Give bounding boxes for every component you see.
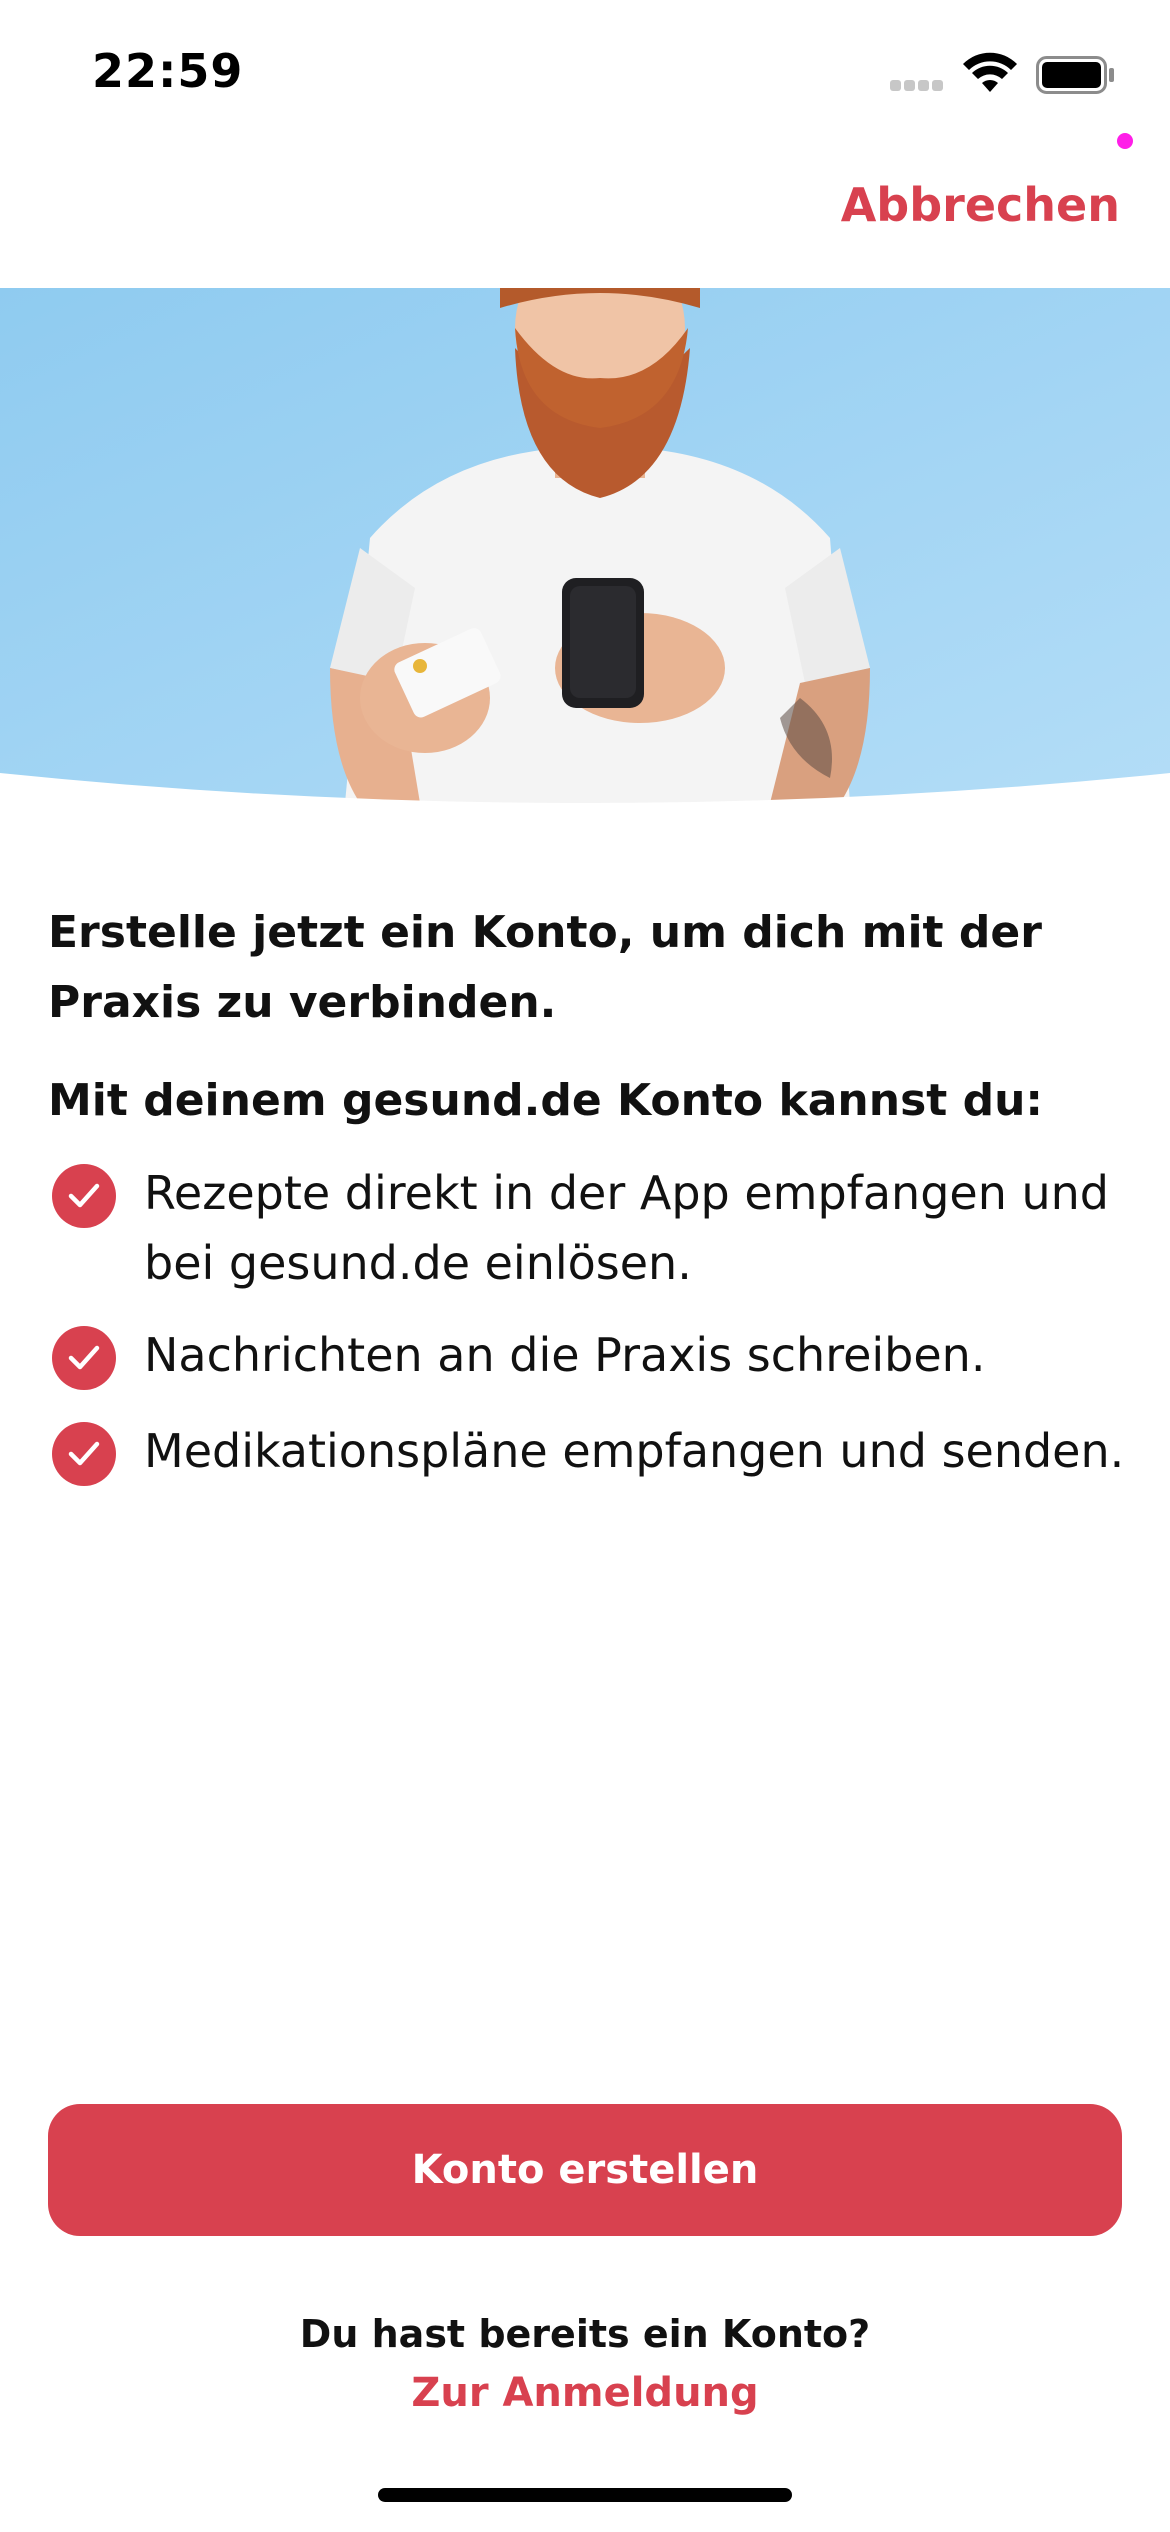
wifi-icon xyxy=(963,52,1017,92)
headline: Erstelle jetzt ein Konto, um dich mit de… xyxy=(48,907,1042,1028)
benefit-text: Nachrichten an die Praxis schreiben. xyxy=(144,1328,986,1382)
checkmark-icon xyxy=(52,1422,116,1486)
existing-account-text: Du hast bereits ein Konto? xyxy=(299,2312,871,2356)
status-bar: 22:59 xyxy=(0,0,1170,140)
benefit-text: Medikationspläne empfangen und senden. xyxy=(144,1424,1125,1478)
login-link[interactable]: Zur Anmeldung xyxy=(0,2370,1170,2416)
konto-erstellen-screen: 22:59 Abbrechen Erstelle jetzt ein Konto… xyxy=(0,0,1170,2532)
cellular-signal-icon xyxy=(890,80,944,92)
subheadline: Mit deinem gesund.de Konto kannst du: xyxy=(48,1075,1044,1126)
recording-indicator-dot xyxy=(1117,133,1133,149)
benefit-text: Rezepte direkt in der App empfangen und … xyxy=(144,1166,1109,1290)
create-account-button[interactable]: Konto erstellen xyxy=(48,2104,1122,2236)
status-time: 22:59 xyxy=(92,44,244,98)
checkmark-icon xyxy=(52,1164,116,1228)
checkmark-icon xyxy=(52,1326,116,1390)
hero-image xyxy=(0,288,1170,803)
home-indicator xyxy=(378,2488,792,2502)
hero-illustration xyxy=(0,288,1170,803)
status-icons xyxy=(876,52,1116,96)
cancel-button[interactable]: Abbrechen xyxy=(841,178,1120,232)
battery-icon xyxy=(1036,56,1114,94)
